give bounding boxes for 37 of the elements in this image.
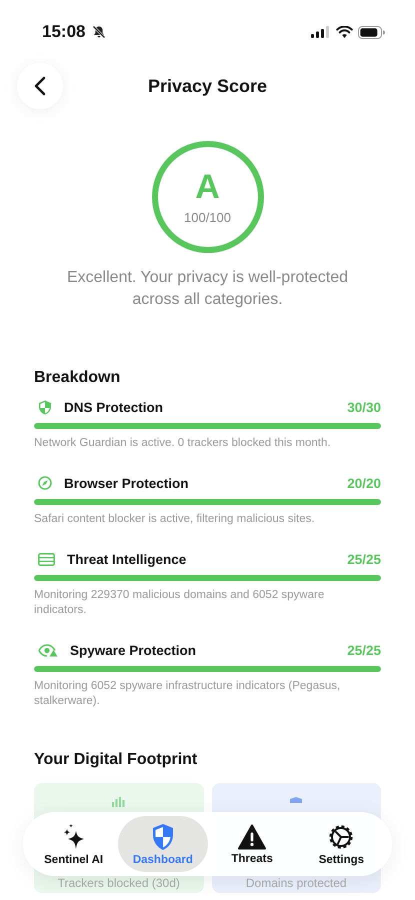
category-score: 25/25 — [347, 642, 381, 658]
tab-button[interactable]: Threats — [208, 816, 297, 872]
warning-icon — [238, 824, 266, 850]
wifi-icon — [336, 26, 353, 38]
category-description: Monitoring 229370 malicious domains and 6052 spyware indicators. — [34, 588, 326, 618]
category-name: DNS Protection — [64, 400, 164, 414]
back-button[interactable] — [17, 63, 63, 109]
section-title: Your Digital Footprint — [34, 751, 198, 769]
eye-warning-icon — [38, 644, 58, 656]
card-label: Domains protected — [246, 876, 347, 890]
score-points: 100/100 — [184, 210, 231, 224]
category-description: Monitoring 6052 spyware infrastructure indicators (Pegasus, stalkerware). — [34, 679, 342, 709]
category-score: 25/25 — [347, 552, 381, 566]
server-icon — [38, 552, 55, 566]
tab-button[interactable]: Sentinel AI — [29, 816, 118, 872]
category-score: 30/30 — [347, 400, 381, 414]
score-summary: Excellent. Your privacy is well-protected across all categories. — [66, 268, 350, 310]
category-name: Browser Protection — [64, 476, 189, 490]
category-score: 20/20 — [347, 476, 381, 490]
screen-title: Privacy Score — [148, 76, 268, 96]
battery-icon — [358, 26, 385, 38]
card-label: Trackers blocked (30d) — [58, 876, 180, 890]
tab-button[interactable]: Settings — [296, 816, 386, 872]
chevron-left-icon — [34, 76, 46, 96]
compass-icon — [38, 476, 52, 490]
category-name: Spyware Protection — [70, 642, 196, 658]
score-grade: A — [195, 170, 220, 204]
shield-icon — [150, 822, 175, 850]
signal-icon — [311, 26, 331, 38]
shield-icon — [38, 400, 52, 414]
section-title: Breakdown — [34, 369, 122, 387]
category-description: Safari content blocker is active, filtering malicious sites. — [34, 512, 316, 527]
category-name: Threat Intelligence — [67, 552, 186, 566]
settings-icon — [327, 822, 356, 850]
status-time: 15:08 — [42, 22, 86, 42]
category-description: Network Guardian is active. 0 trackers blocked this month. — [34, 436, 332, 451]
bar-chart-icon — [112, 797, 126, 807]
